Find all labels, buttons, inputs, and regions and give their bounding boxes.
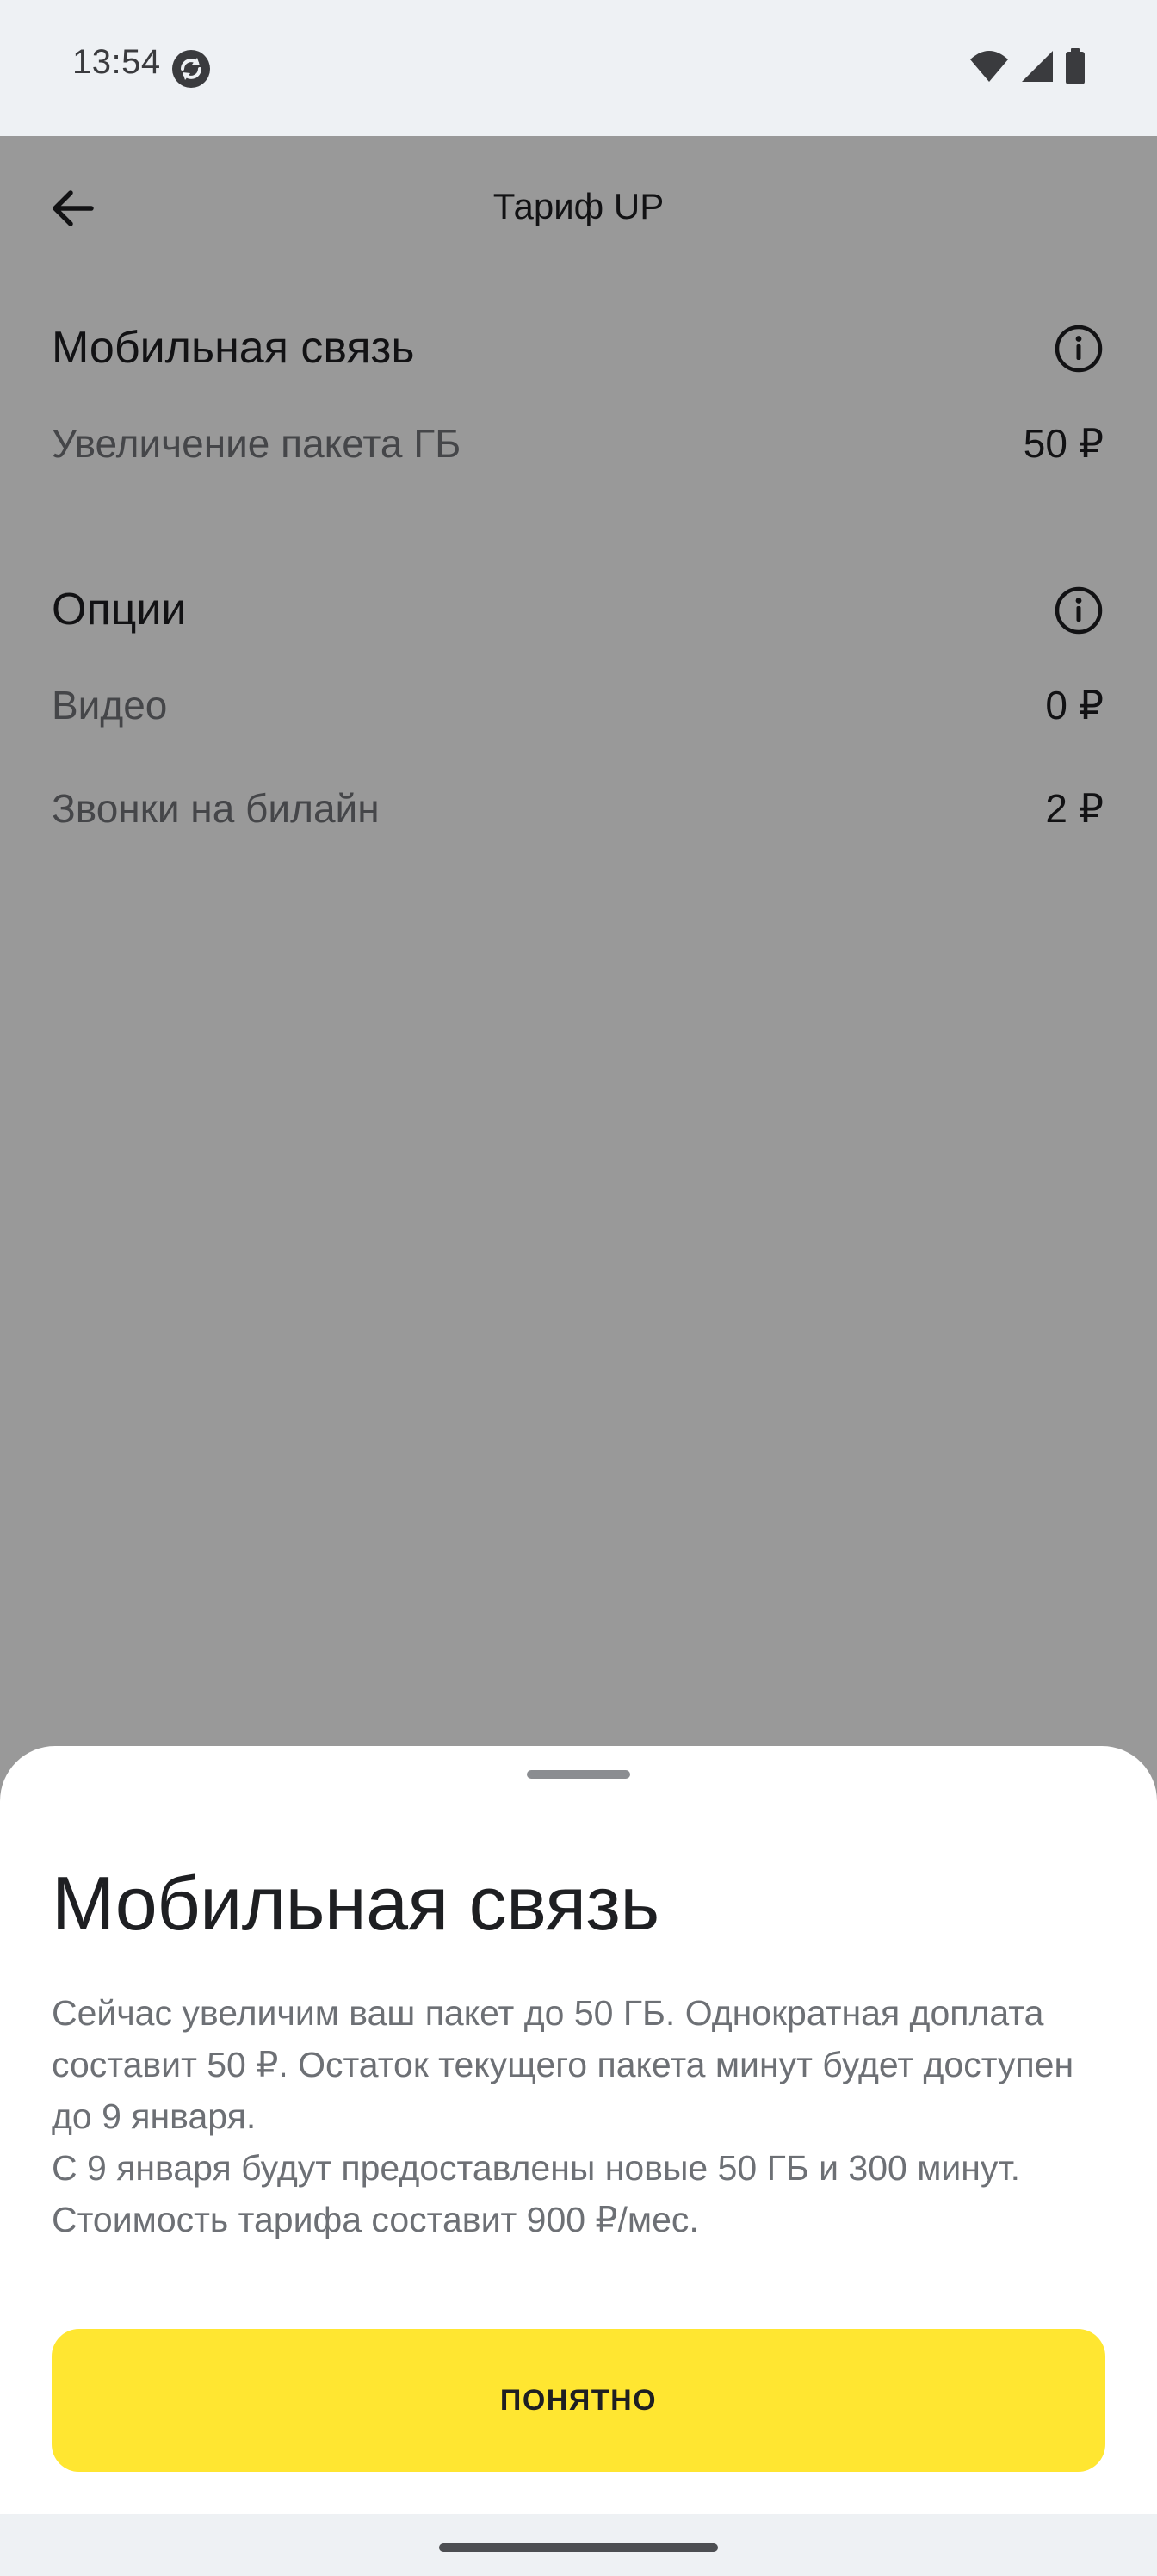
sheet-description: Сейчас увеличим ваш пакет до 50 ГБ. Одно… (52, 1987, 1111, 2245)
wifi-icon (970, 51, 1008, 82)
battery-icon (1066, 48, 1085, 84)
status-bar: 13:54 (0, 0, 1157, 136)
navigation-bar (0, 2514, 1157, 2576)
sheet-drag-handle[interactable] (527, 1770, 630, 1779)
sheet-title: Мобильная связь (52, 1861, 659, 1946)
cellular-signal-icon (1022, 51, 1053, 82)
home-indicator[interactable] (439, 2543, 718, 2552)
status-time: 13:54 (72, 43, 161, 81)
got-it-button[interactable]: ПОНЯТНО (52, 2329, 1105, 2472)
sync-icon (172, 50, 210, 88)
status-icons (969, 48, 1085, 84)
bottom-sheet: Мобильная связь Сейчас увеличим ваш паке… (0, 1746, 1157, 2576)
sheet-paragraph: С 9 января будут предоставлены новые 50 … (52, 2148, 1021, 2239)
sheet-paragraph: Сейчас увеличим ваш пакет до 50 ГБ. Одно… (52, 1993, 1074, 2136)
